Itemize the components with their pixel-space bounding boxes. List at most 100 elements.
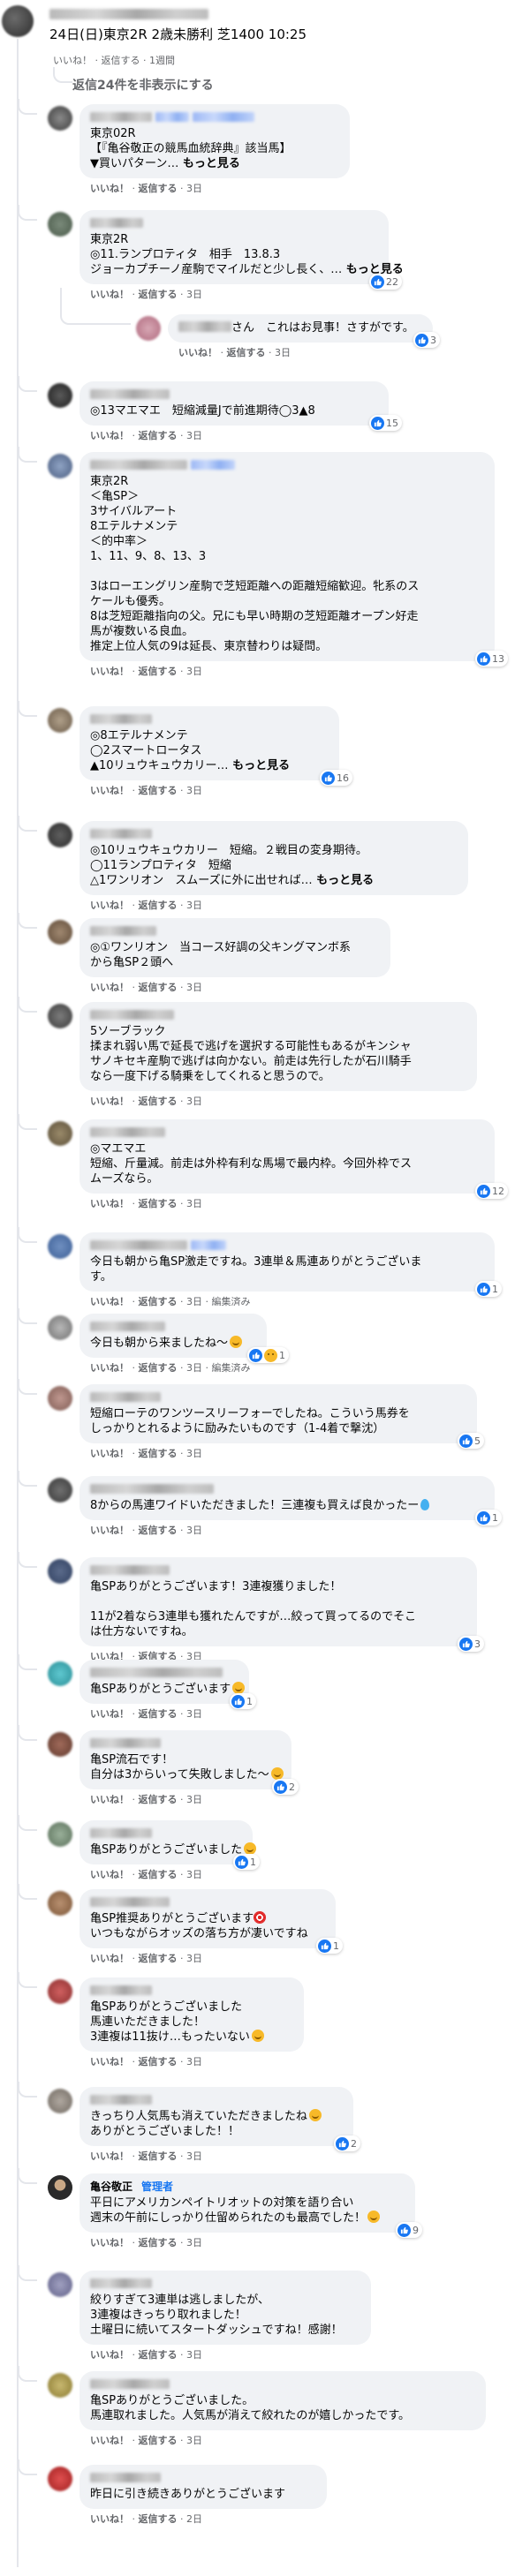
reply-button[interactable]: 返信する — [139, 2150, 178, 2162]
reply-button[interactable]: 返信する — [139, 1362, 178, 1374]
like-button[interactable]: いいね！ — [90, 982, 129, 993]
avatar[interactable] — [48, 708, 72, 733]
timestamp[interactable]: 3日 — [186, 785, 202, 796]
avatar[interactable] — [48, 1234, 72, 1259]
avatar[interactable] — [48, 1315, 72, 1340]
commenter-name[interactable] — [90, 827, 458, 840]
timestamp[interactable]: 3日 — [186, 1198, 202, 1209]
see-more-link[interactable]: もっと見る — [178, 157, 240, 170]
see-more-link[interactable]: もっと見る — [229, 759, 290, 772]
reaction-count[interactable]: 15 — [369, 415, 402, 431]
like-button[interactable]: いいね！ — [90, 666, 129, 677]
like-button[interactable]: いいね！ — [90, 1525, 129, 1536]
avatar[interactable] — [136, 316, 161, 341]
commenter-name[interactable] — [90, 388, 378, 400]
timestamp[interactable]: 3日 — [186, 1708, 202, 1720]
like-button[interactable]: いいね！ — [90, 1448, 129, 1459]
reply-button[interactable]: 返信する — [139, 2349, 178, 2361]
commenter-name[interactable] — [90, 924, 380, 937]
commenter-name[interactable] — [90, 1984, 293, 1996]
reply-button[interactable]: 返信する — [102, 55, 140, 66]
timestamp[interactable]: 3日 — [186, 1525, 202, 1536]
timestamp[interactable]: 3日 — [186, 430, 202, 441]
reply-button[interactable]: 返信する — [139, 183, 178, 194]
reply-button[interactable]: 返信する — [139, 1296, 178, 1307]
reply-button[interactable]: 返信する — [139, 1708, 178, 1720]
like-button[interactable]: いいね！ — [90, 2513, 129, 2525]
avatar[interactable] — [48, 1121, 72, 1146]
like-button[interactable]: いいね！ — [90, 1953, 129, 1964]
timestamp[interactable]: 3日 — [186, 900, 202, 911]
avatar[interactable] — [48, 454, 72, 478]
reply-button[interactable]: 返信する — [139, 785, 178, 796]
like-button[interactable]: いいね！ — [90, 785, 129, 796]
timestamp[interactable]: 3日 — [186, 2056, 202, 2068]
commenter-name[interactable] — [90, 712, 329, 725]
avatar[interactable] — [48, 823, 72, 847]
reply-button[interactable]: 返信する — [139, 430, 178, 441]
avatar[interactable] — [2, 5, 34, 37]
avatar[interactable] — [48, 1559, 72, 1584]
timestamp[interactable]: 3日 — [186, 1296, 202, 1307]
avatar[interactable] — [48, 1661, 72, 1686]
avatar[interactable] — [48, 920, 72, 945]
timestamp[interactable]: 3日 — [186, 2435, 202, 2446]
reaction-count[interactable]: 5 — [458, 1433, 484, 1449]
avatar[interactable] — [48, 2467, 72, 2491]
like-button[interactable]: いいね！ — [90, 2150, 129, 2162]
commenter-name[interactable] — [90, 458, 484, 471]
reaction-count[interactable]: 3 — [413, 332, 440, 348]
reaction-count[interactable]: 1 — [230, 1693, 256, 1709]
see-more-link[interactable]: もっと見る — [313, 874, 374, 887]
reaction-count[interactable]: 1 — [316, 1938, 343, 1954]
reaction-count[interactable]: 9 — [396, 2222, 422, 2238]
edited-label[interactable]: 編集済み — [212, 1362, 251, 1374]
reply-button[interactable]: 返信する — [139, 1198, 178, 1209]
timestamp[interactable]: 3日 — [186, 1448, 202, 1459]
reaction-count[interactable]: 1 — [233, 1854, 260, 1870]
avatar[interactable] — [48, 1478, 72, 1503]
commenter-name[interactable] — [90, 216, 378, 229]
like-button[interactable]: いいね！ — [90, 2349, 129, 2361]
timestamp[interactable]: 3日 — [186, 183, 202, 194]
avatar[interactable] — [48, 2089, 72, 2113]
commenter-name[interactable] — [90, 1126, 484, 1138]
timestamp[interactable]: 3日 — [186, 1869, 202, 1880]
reaction-count[interactable]: 13 — [475, 651, 508, 667]
like-button[interactable]: いいね！ — [53, 55, 92, 66]
timestamp[interactable]: 1週間 — [149, 55, 175, 66]
reply-button[interactable]: 返信する — [139, 1448, 178, 1459]
avatar[interactable] — [48, 1822, 72, 1847]
reply-button[interactable]: 返信する — [139, 2237, 178, 2248]
like-button[interactable]: いいね！ — [90, 900, 129, 911]
timestamp[interactable]: 3日 — [275, 347, 291, 358]
reaction-count[interactable]: 22 — [369, 274, 402, 290]
avatar[interactable] — [48, 2272, 72, 2297]
commenter-name[interactable] — [90, 110, 339, 123]
timestamp[interactable]: 3日 — [186, 2349, 202, 2361]
commenter-name[interactable] — [90, 2277, 360, 2289]
commenter-name[interactable] — [90, 2093, 343, 2105]
timestamp[interactable]: 3日 — [186, 1096, 202, 1107]
reply-button[interactable]: 返信する — [139, 1096, 178, 1107]
reply-button[interactable]: 返信する — [139, 900, 178, 911]
reply-button[interactable]: 返信する — [139, 2056, 178, 2068]
timestamp[interactable]: 3日 — [186, 982, 202, 993]
reply-button[interactable]: 返信する — [139, 1525, 178, 1536]
reply-button[interactable]: 返信する — [139, 666, 178, 677]
commenter-name[interactable] — [90, 1320, 256, 1332]
timestamp[interactable]: 2日 — [186, 2513, 202, 2525]
like-button[interactable]: いいね！ — [90, 2435, 129, 2446]
reply-button[interactable]: 返信する — [139, 2513, 178, 2525]
like-button[interactable]: いいね！ — [90, 1362, 129, 1374]
mentioned-user[interactable] — [178, 321, 231, 332]
commenter-name[interactable] — [90, 1736, 281, 1749]
commenter-name[interactable] — [90, 1895, 325, 1908]
avatar[interactable] — [48, 1004, 72, 1028]
commenter-name[interactable] — [90, 1482, 484, 1495]
like-button[interactable]: いいね！ — [90, 430, 129, 441]
commenter-name[interactable] — [90, 1008, 466, 1021]
reaction-count[interactable]: 2 — [272, 1779, 299, 1795]
avatar[interactable] — [48, 212, 72, 237]
avatar[interactable] — [48, 1891, 72, 1916]
